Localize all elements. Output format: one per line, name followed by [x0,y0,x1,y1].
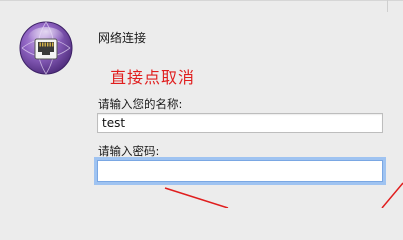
annotation-arrow-right [381,182,403,208]
dialog-right-edge [387,0,388,12]
password-label: 请输入密码: [98,144,160,158]
annotation-arrow-left [164,187,229,208]
username-label: 请输入您的名称: [98,97,183,111]
network-ethernet-icon [19,21,73,75]
network-connection-dialog: 网络连接 直接点取消 请输入您的名称: 请输入密码: [0,0,403,208]
dialog-top-edge [0,0,403,1]
password-field[interactable] [97,160,383,182]
red-annotation-text: 直接点取消 [110,68,196,87]
dialog-title: 网络连接 [98,31,147,45]
username-field[interactable] [97,113,383,133]
